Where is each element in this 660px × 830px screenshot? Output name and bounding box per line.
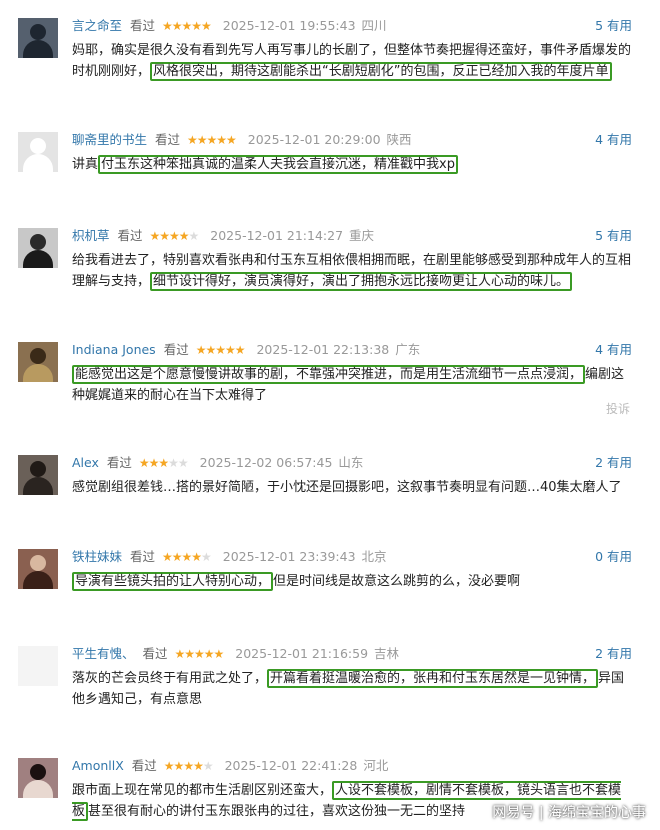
review-location: 吉林: [374, 646, 400, 661]
useful-vote-button[interactable]: 2 有用: [595, 453, 632, 473]
review-header: AmonllX 看过 ★★★★★ 2025-12-01 22:41:28 河北: [72, 756, 388, 776]
avatar[interactable]: [18, 132, 58, 172]
review-time: 2025-12-01 22:13:38: [256, 342, 390, 357]
useful-vote-button[interactable]: 5 有用: [595, 226, 632, 246]
review-location: 陕西: [386, 132, 412, 147]
report-link[interactable]: 投诉: [606, 400, 630, 417]
useful-vote-button[interactable]: 2 有用: [595, 644, 632, 664]
review-time: 2025-12-01 22:41:28: [224, 758, 358, 773]
review-time: 2025-12-02 06:57:45: [199, 455, 333, 470]
review-header: 平生有愧、 看过 ★★★★★ 2025-12-01 21:16:59 吉林: [72, 644, 399, 664]
review-text: 讲真 付玉东这种笨拙真诚的温柔人夫我会直接沉迷，精准戳中我xp: [72, 154, 632, 175]
review-header: 枳机草 看过 ★★★★★ 2025-12-01 21:14:27 重庆: [72, 226, 374, 246]
avatar[interactable]: [18, 18, 58, 58]
useful-vote-button[interactable]: 4 有用: [595, 340, 632, 360]
review-location: 河北: [363, 758, 389, 773]
rating-stars: ★★★★★: [162, 19, 212, 33]
highlight-box: 导演有些镜头拍的让人特别心动，: [72, 572, 274, 591]
watch-status: 看过: [142, 646, 168, 661]
review-location: 北京: [361, 549, 387, 564]
watch-status: 看过: [131, 758, 157, 773]
review-header: Alex 看过 ★★★★★ 2025-12-02 06:57:45 山东: [72, 453, 363, 473]
review-location: 山东: [338, 455, 364, 470]
username-link[interactable]: 言之命至: [72, 18, 122, 33]
review-location: 重庆: [349, 228, 375, 243]
useful-vote-button[interactable]: 4 有用: [595, 130, 632, 150]
review-header: 铁柱妹妹 看过 ★★★★★ 2025-12-01 23:39:43 北京: [72, 547, 387, 567]
review-location: 广东: [395, 342, 421, 357]
highlight-box: 付玉东这种笨拙真诚的温柔人夫我会直接沉迷，精准戳中我xp: [98, 155, 458, 174]
review-time: 2025-12-01 21:14:27: [210, 228, 344, 243]
review-time: 2025-12-01 23:39:43: [222, 549, 356, 564]
review-text: 导演有些镜头拍的让人特别心动， 但是时间线是故意这么跳剪的么，没必要啊: [72, 571, 632, 592]
review-time: 2025-12-01 19:55:43: [222, 18, 356, 33]
rating-stars: ★★★★★: [163, 759, 214, 773]
rating-stars: ★★★★★: [174, 647, 225, 661]
review-time: 2025-12-01 20:29:00: [247, 132, 381, 147]
review-header: 言之命至 看过 ★★★★★ 2025-12-01 19:55:43 四川: [72, 16, 387, 36]
rating-stars: ★★★★★: [149, 229, 200, 243]
review-header: 聊斋里的书生 看过 ★★★★★ 2025-12-01 20:29:00 陕西: [72, 130, 412, 150]
watch-status: 看过: [163, 342, 189, 357]
username-link[interactable]: AmonllX: [72, 758, 124, 773]
watch-status: 看过: [130, 549, 156, 564]
watch-status: 看过: [130, 18, 156, 33]
review-text: 能感觉出这是个愿意慢慢讲故事的剧，不靠强冲突推进，而是用生活流细节一点点浸润，编…: [72, 365, 625, 403]
username-link[interactable]: 平生有愧、: [72, 646, 135, 661]
highlight-box: 能感觉出这是个愿意慢慢讲故事的剧，不靠强冲突推进，而是用生活流细节一点点浸润，: [72, 365, 586, 384]
watch-status: 看过: [106, 455, 132, 470]
rating-stars: ★★★★★: [187, 133, 237, 147]
review-text: 感觉剧组很差钱…搭的景好简陋，于小忱还是回摄影吧，这叙事节奏明显有问题…40集太…: [72, 480, 622, 495]
highlight-box: 开篇看着挺温暖治愈的，张冉和付玉东居然是一见钟情，: [267, 669, 599, 688]
review-time: 2025-12-01 21:16:59: [235, 646, 369, 661]
username-link[interactable]: 铁柱妹妹: [72, 549, 122, 564]
username-link[interactable]: Alex: [72, 455, 99, 470]
username-link[interactable]: 枳机草: [72, 228, 110, 243]
highlight-box: 细节设计得好，演员演得好，演出了拥抱永远比接吻更让人心动的味儿。: [150, 272, 573, 291]
useful-vote-button[interactable]: 5 有用: [595, 16, 632, 36]
avatar[interactable]: [18, 228, 58, 268]
username-link[interactable]: 聊斋里的书生: [72, 132, 147, 147]
review-header: Indiana Jones 看过 ★★★★★ 2025-12-01 22:13:…: [72, 340, 420, 360]
useful-vote-button[interactable]: 0 有用: [595, 547, 632, 567]
review-text: 给我看进去了，特别喜欢看张冉和付玉东互相依偎相拥而眠，在剧里能够感受到那种成年人…: [72, 253, 632, 291]
highlight-box: 风格很突出，期待这剧能杀出“长剧短剧化”的包围，反正已经加入我的年度片单: [150, 62, 612, 81]
rating-stars: ★★★★★: [195, 343, 246, 357]
review-text: 落灰的芒会员终于有用武之处了， 开篇看着挺温暖治愈的，张冉和付玉东居然是一见钟情，…: [72, 669, 625, 707]
avatar[interactable]: [18, 455, 58, 495]
rating-stars: ★★★★★: [162, 550, 212, 564]
review-text: 妈耶，确实是很久没有看到先写人再写事儿的长剧了，但整体节奏把握得还蛮好，事件矛盾…: [72, 43, 632, 81]
review-location: 四川: [361, 18, 387, 33]
watermark: 网易号 | 海绵宝宝的心事: [492, 805, 646, 821]
avatar[interactable]: [18, 549, 58, 589]
username-link[interactable]: Indiana Jones: [72, 342, 156, 357]
avatar[interactable]: [18, 646, 58, 686]
rating-stars: ★★★★★: [138, 456, 189, 470]
avatar[interactable]: [18, 758, 58, 798]
watch-status: 看过: [117, 228, 143, 243]
avatar[interactable]: [18, 342, 58, 382]
watch-status: 看过: [155, 132, 181, 147]
